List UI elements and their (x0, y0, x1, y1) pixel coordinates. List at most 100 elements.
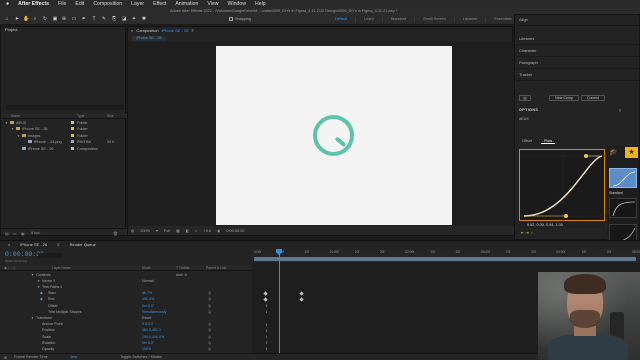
clone-stamp-tool-icon[interactable]: ⎘ (111, 16, 117, 22)
grid-icon[interactable]: ▦ (176, 228, 180, 233)
star-icon[interactable]: ★ (625, 147, 638, 158)
composition-tab-name[interactable]: iPhone SE - 26 (162, 28, 189, 33)
zoom-dropdown[interactable]: 200% (140, 229, 150, 233)
label-color-swatch[interactable] (71, 133, 74, 137)
property-row[interactable]: Position 160.0,452.1 ◎ (0, 328, 252, 334)
ease-icons-row[interactable]: ⇤ ⇥ ⇔ (521, 230, 534, 235)
property-value[interactable]: 100.0,100.0% (142, 335, 164, 339)
pick-whip-icon[interactable]: ◎ (208, 335, 211, 339)
hand-tool-icon[interactable]: ✋ (23, 16, 29, 22)
puppet-tool-icon[interactable]: ✱ (141, 16, 147, 22)
disclosure-open-icon[interactable]: ▼ (17, 134, 20, 138)
project-item[interactable]: iPhone ...24.png PNG file 39 K (1, 140, 127, 146)
timeline-search-input[interactable] (38, 253, 62, 258)
property-value[interactable]: 0x+0.0° (142, 304, 154, 308)
pick-whip-icon[interactable]: ◎ (208, 322, 211, 326)
label-color-swatch[interactable] (71, 120, 74, 124)
render-queue-tab[interactable]: Render Queue (70, 242, 96, 247)
interpret-footage-icon[interactable]: ▤ (5, 231, 9, 236)
disclosure-open-icon[interactable]: ▼ (5, 121, 8, 125)
property-value[interactable]: 46.7% (142, 291, 152, 295)
new-comp-button[interactable]: New Comp (549, 95, 579, 101)
workspace-standard[interactable]: Standard (383, 17, 416, 22)
menu-window[interactable]: Window (228, 0, 246, 8)
current-time-indicator[interactable] (279, 249, 280, 353)
disclosure-open-icon[interactable]: ▼ (37, 285, 40, 289)
pick-whip-icon[interactable]: ◎ (208, 341, 211, 345)
resolution-dropdown[interactable]: Full (164, 229, 170, 233)
new-composition-icon[interactable]: ▣ (21, 231, 25, 236)
property-group-row[interactable]: ▼ Trim Paths 1 (0, 284, 252, 290)
bezier-curve-graph[interactable] (519, 149, 606, 222)
menu-icon[interactable]: ≡ (57, 242, 59, 247)
pick-whip-icon[interactable]: ◎ (208, 304, 211, 308)
eraser-tool-icon[interactable]: ◪ (121, 16, 127, 22)
label-color-swatch[interactable] (71, 140, 74, 143)
project-item[interactable]: ▼ AEUX Folder (1, 120, 127, 126)
property-row[interactable]: Rotation 0x+0.0° ◎ (0, 340, 252, 346)
property-value[interactable]: 100% (142, 347, 151, 351)
preset-standard[interactable] (609, 168, 637, 188)
column-type[interactable]: Type (77, 114, 84, 118)
panel-libraries[interactable]: Libraries (519, 36, 534, 41)
menu-animation[interactable]: Animation (175, 0, 198, 8)
bezier-values[interactable]: 0.52, 0.00, 0.94, 1.00 (519, 222, 605, 228)
panel-paragraph[interactable]: Paragraph (519, 60, 538, 65)
property-row[interactable]: Anchor Point 0.0,0.0 ◎ (0, 322, 252, 328)
disclosure-open-icon[interactable]: ▼ (31, 273, 34, 277)
pick-whip-icon[interactable]: ◎ (208, 310, 211, 314)
column-name[interactable]: Name (11, 114, 20, 118)
menu-view[interactable]: View (207, 0, 218, 8)
timeline-comp-tab[interactable]: iPhone SE - 26 (20, 242, 47, 247)
keyframe-diamond[interactable] (299, 297, 304, 302)
keyframe-diamond[interactable] (299, 290, 304, 296)
property-extra[interactable]: Add: ⊙ (176, 273, 187, 277)
apple-menu-icon[interactable]: ● (6, 0, 9, 8)
brush-tool-icon[interactable]: ✎ (101, 16, 107, 22)
snapshot-icon[interactable]: ◉ (217, 228, 220, 233)
zoom-tool-icon[interactable]: ⌕ (32, 16, 38, 22)
rectangle-tool-icon[interactable]: ▭ (71, 16, 77, 22)
menu-file[interactable]: File (58, 0, 66, 8)
workspace-learn[interactable]: Learn (356, 17, 383, 22)
roto-brush-tool-icon[interactable]: ✦ (131, 16, 137, 22)
stopwatch-icon[interactable]: ◆ (40, 297, 43, 301)
panel-tracker[interactable]: Tracker (519, 72, 532, 77)
project-item[interactable]: ▼ iPhone SE - 26 Folder (1, 127, 127, 133)
property-value[interactable]: 160.0,452.1 (142, 328, 161, 332)
property-group-row[interactable]: ▼ Contents Add: ⊙ (0, 272, 252, 278)
disclosure-open-icon[interactable]: ▼ (37, 279, 40, 283)
loader-ring[interactable] (313, 115, 354, 156)
project-item[interactable]: ▼ Images Folder (1, 133, 127, 139)
property-value[interactable]: 0.0,0.0 (142, 322, 153, 326)
label-color-swatch[interactable] (71, 146, 74, 150)
project-search-input[interactable] (6, 105, 124, 110)
type-tool-icon[interactable]: T (91, 16, 97, 22)
panel-align[interactable]: Align (519, 17, 528, 22)
workspace-libraries[interactable]: Libraries (455, 17, 487, 22)
menu-effect[interactable]: Effect (153, 0, 166, 8)
workspace-small-screen[interactable]: Small Screen (415, 17, 455, 22)
delete-icon[interactable]: 🗑 (113, 231, 118, 236)
column-layer-name[interactable]: Layer Name (52, 266, 70, 270)
toggle-switches-modes[interactable]: Toggle Switches / Modes (120, 355, 162, 359)
composition-tab-label[interactable]: Composition (136, 28, 158, 33)
timecode-display[interactable]: 0:00:00:20 (226, 229, 244, 233)
project-tab[interactable]: Project (1, 27, 17, 33)
artboard[interactable] (216, 46, 452, 225)
menu-composition[interactable]: Composition (93, 0, 122, 8)
property-row[interactable]: Scale 100.0,100.0% ◎ (0, 334, 252, 340)
property-group-row[interactable]: ▼ Transform Reset (0, 315, 252, 321)
close-icon[interactable]: × (8, 242, 10, 247)
property-value[interactable]: 0x+0.0° (142, 341, 154, 345)
property-value[interactable]: Simultaneously (142, 310, 166, 314)
pick-whip-icon[interactable]: ◎ (208, 291, 211, 295)
snapping-toggle[interactable]: Snapping (229, 17, 251, 21)
color-icon[interactable]: ◐ (195, 229, 197, 233)
options-menu-icon[interactable]: ≡ (619, 108, 621, 113)
property-value[interactable]: Reset (142, 316, 151, 320)
work-area-bar[interactable] (254, 257, 636, 261)
column-size[interactable]: Size (107, 114, 114, 118)
layer-icon-button[interactable]: ▤ (519, 95, 531, 101)
tab-flow[interactable]: Flow (541, 139, 556, 144)
